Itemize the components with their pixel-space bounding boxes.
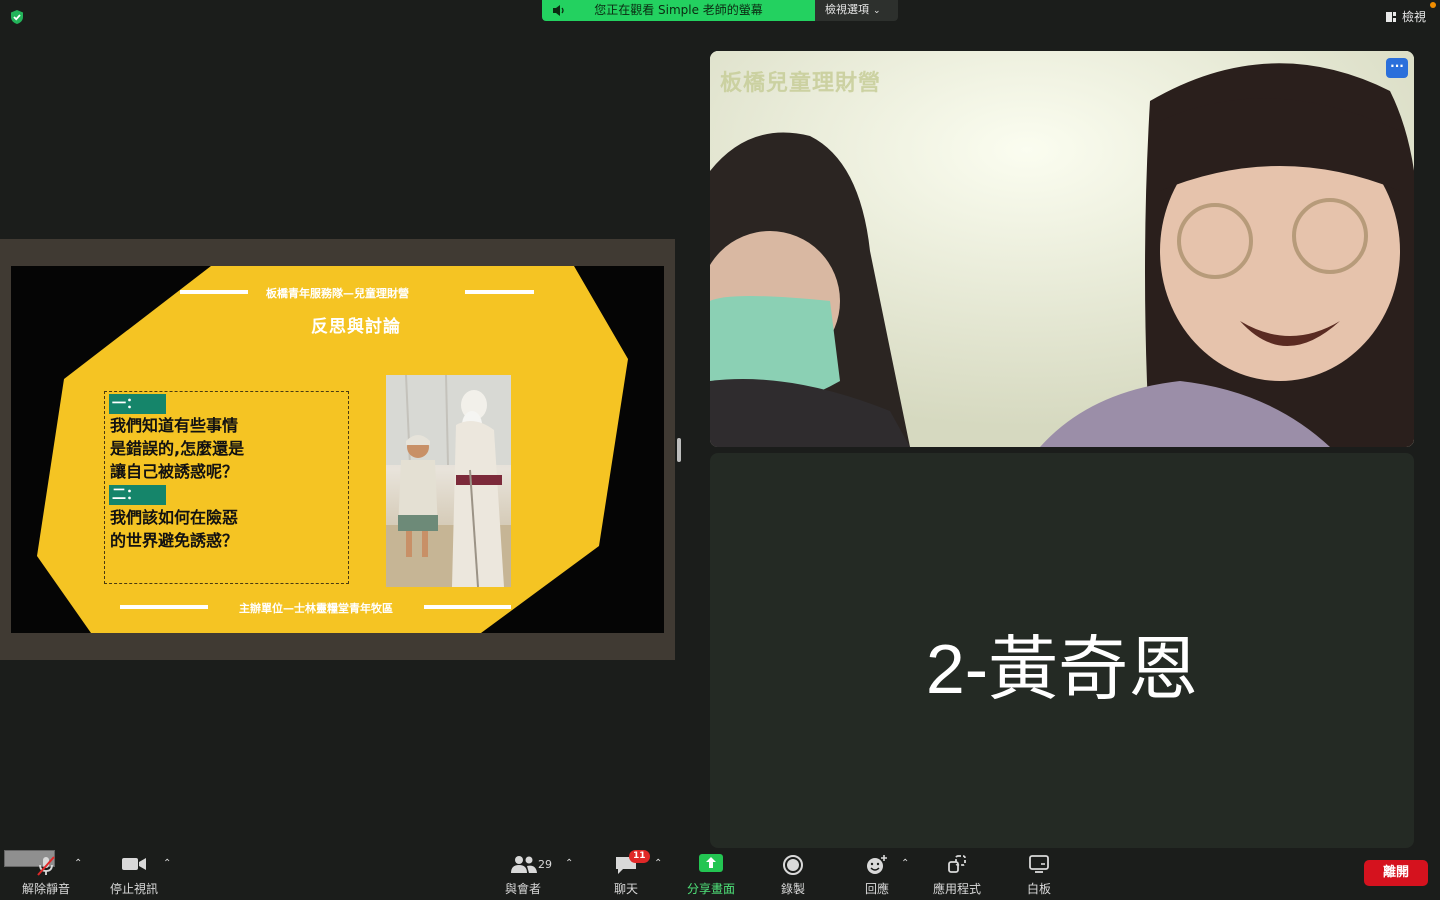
notification-dot [1430, 2, 1436, 8]
chat-options-caret-icon[interactable]: ⌃ [654, 858, 662, 869]
participant-video-tile[interactable]: 板橋兒童理財營 ··· [710, 51, 1414, 447]
view-button[interactable]: 檢視 [1385, 2, 1436, 25]
question-1-line-2: 是錯誤的,怎麼還是 [110, 439, 245, 458]
participants-icon [511, 856, 537, 873]
presentation-slide: 板橋青年服務隊—兒童理財營 反思與討論 一： 我們知道有些事情 是錯誤的,怎麼還… [11, 266, 664, 633]
smiley-plus-icon [867, 855, 887, 874]
participants-label: 與會者 [504, 882, 541, 896]
slide-title: 反思與討論 [311, 317, 401, 337]
record-label: 錄製 [780, 882, 805, 896]
question-2-tag: 二： [109, 485, 166, 505]
bible-illustration-image [386, 375, 511, 587]
panel-resize-handle[interactable] [677, 438, 681, 462]
view-options-label: 檢視選項 [825, 3, 869, 16]
whiteboard-label: 白板 [1026, 882, 1051, 896]
participant-name-tile[interactable]: 2-黃奇恩 [710, 453, 1414, 848]
stop-video-label: 停止視訊 [109, 882, 158, 896]
participant-video-feed [710, 51, 1414, 447]
reactions-button[interactable]: 回應 [848, 848, 906, 900]
view-options-button[interactable]: 檢視選項 ⌄ [815, 0, 898, 21]
share-screen-icon [699, 854, 723, 872]
screen-share-banner: 您正在觀看 Simple 老師的螢幕 [542, 0, 815, 21]
apps-label: 應用程式 [932, 882, 981, 896]
slide-header: 板橋青年服務隊—兒童理財營 [266, 287, 409, 300]
stop-video-button[interactable]: 停止視訊 [98, 848, 170, 900]
meeting-toolbar: 解除靜音 ⌃ 停止視訊 ⌃ 29 與會者 ⌃ 11 聊天 ⌃ 分享畫面 錄製 回… [0, 848, 1440, 900]
participants-button[interactable]: 29 與會者 [492, 848, 554, 900]
reactions-options-caret-icon[interactable]: ⌃ [901, 858, 909, 869]
question-2-line-1: 我們該如何在險惡 [110, 508, 239, 527]
question-2-line-2: 的世界避免誘惑？ [110, 531, 239, 550]
chat-button[interactable]: 11 聊天 [597, 848, 655, 900]
video-options-caret-icon[interactable]: ⌃ [163, 858, 171, 869]
apps-icon [948, 855, 966, 873]
share-screen-label: 分享畫面 [686, 882, 735, 896]
question-1-tag: 一： [109, 394, 166, 414]
view-label: 檢視 [1401, 10, 1426, 24]
microphone-muted-icon [37, 856, 55, 876]
whiteboard-icon [1029, 855, 1049, 873]
slide-footer: 主辦單位—士林靈糧堂青年牧區 [239, 602, 393, 615]
participants-count: 29 [538, 858, 552, 871]
leave-button[interactable]: 離開 [1364, 860, 1428, 886]
video-watermark: 板橋兒童理財營 [720, 71, 882, 96]
view-layout-icon [1385, 11, 1396, 22]
whiteboard-button[interactable]: 白板 [1012, 848, 1066, 900]
zoom-meeting-window: 您正在觀看 Simple 老師的螢幕 檢視選項 ⌄ 檢視 板橋青年服務隊—兒童理財… [0, 0, 1440, 900]
speaker-icon[interactable] [552, 4, 566, 17]
record-button[interactable]: 錄製 [764, 848, 822, 900]
share-banner-text: 您正在觀看 Simple 老師的螢幕 [594, 3, 763, 17]
shared-screen[interactable]: 板橋青年服務隊—兒童理財營 反思與討論 一： 我們知道有些事情 是錯誤的,怎麼還… [0, 239, 675, 660]
chevron-down-icon: ⌄ [873, 6, 881, 16]
video-camera-icon [122, 858, 146, 870]
audio-options-caret-icon[interactable]: ⌃ [74, 858, 82, 869]
participants-options-caret-icon[interactable]: ⌃ [565, 858, 573, 869]
security-shield-icon[interactable] [9, 9, 25, 25]
share-screen-button[interactable]: 分享畫面 [680, 848, 742, 900]
participant-name: 2-黃奇恩 [925, 630, 1199, 708]
question-1-line-1: 我們知道有些事情 [110, 416, 239, 435]
unmute-label: 解除靜音 [21, 882, 70, 896]
question-1-line-3: 讓自己被誘惑呢？ [110, 462, 239, 481]
more-options-button[interactable]: ··· [1386, 58, 1408, 78]
unmute-button[interactable]: 解除靜音 [10, 848, 82, 900]
chat-label: 聊天 [613, 882, 638, 896]
chat-unread-badge: 11 [629, 850, 650, 863]
apps-button[interactable]: 應用程式 [924, 848, 990, 900]
record-icon [783, 855, 803, 875]
reactions-label: 回應 [864, 882, 889, 896]
